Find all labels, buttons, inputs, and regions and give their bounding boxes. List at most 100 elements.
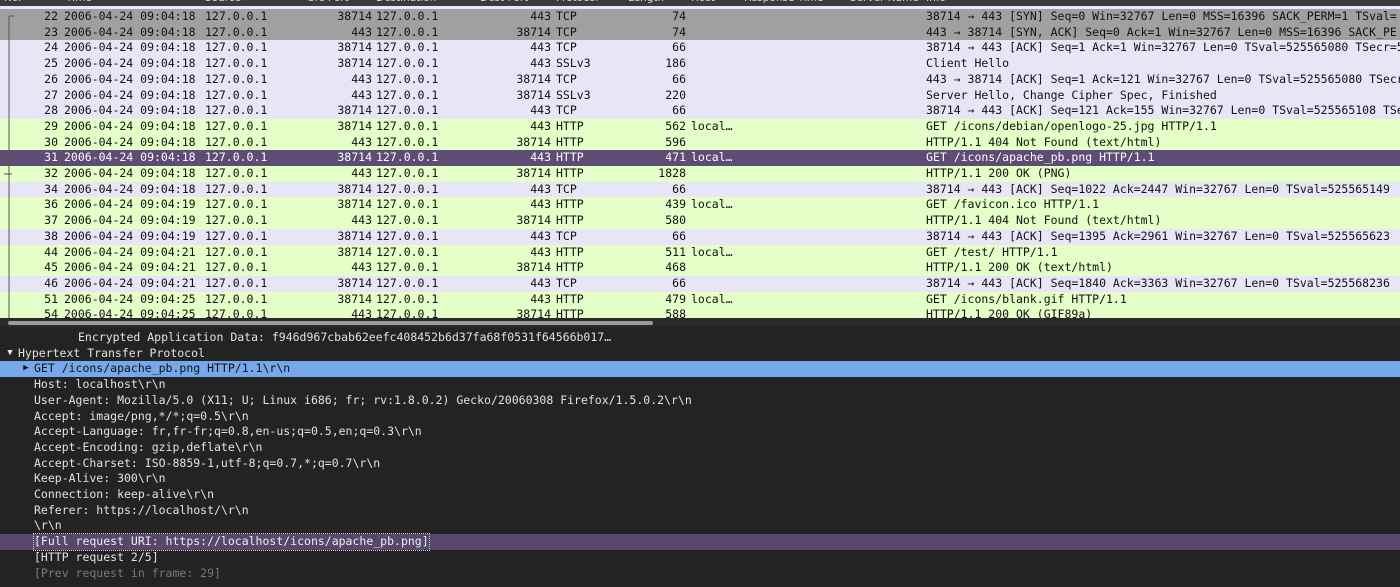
packet-src: 127.0.0.1 xyxy=(205,228,268,243)
packet-len: 66 xyxy=(672,228,686,243)
packet-dport: 443 xyxy=(530,103,551,118)
packet-dport: 38714 xyxy=(516,166,551,180)
packet-sport: 38714 xyxy=(337,228,372,243)
detail-line[interactable]: User-Agent: Mozilla/5.0 (X11; U; Linux i… xyxy=(0,393,1400,409)
packet-row[interactable]: 44 2006-04-24 09:04:21 127.0.0.1 38714 127.0… xyxy=(0,244,1400,261)
detail-line[interactable]: Accept-Charset: ISO-8859-1,utf-8;q=0.7,*… xyxy=(0,456,1400,472)
packet-info: GET /test/ HTTP/1.1 xyxy=(926,244,1058,259)
packet-no: 38 xyxy=(44,228,58,243)
detail-line[interactable]: Keep-Alive: 300\r\n xyxy=(0,471,1400,487)
packet-time: 2006-04-24 09:04:19 xyxy=(64,213,196,228)
packet-proto: HTTP xyxy=(556,197,584,212)
packet-dst: 127.0.0.1 xyxy=(376,87,439,102)
packet-row[interactable]: 32 2006-04-24 09:04:18 127.0.0.1 443 127.0.0… xyxy=(0,166,1400,182)
packet-no: 28 xyxy=(44,103,58,118)
detail-line[interactable]: [HTTP request 2/5] xyxy=(0,550,1400,566)
packet-time: 2006-04-24 09:04:18 xyxy=(64,103,196,118)
packet-time: 2006-04-24 09:04:18 xyxy=(64,87,196,102)
scrollbar-thumb[interactable] xyxy=(8,321,653,325)
packet-dst: 127.0.0.1 xyxy=(376,9,439,23)
packet-len: 186 xyxy=(665,56,686,71)
packet-info: GET /favicon.ico HTTP/1.1 xyxy=(926,197,1100,212)
column-header-length[interactable]: Length xyxy=(628,0,664,4)
packet-info: HTTP/1.1 200 OK (text/html) xyxy=(926,260,1113,275)
detail-line[interactable]: [Full request URI: https://localhost/ico… xyxy=(0,533,1400,551)
detail-line[interactable]: Connection: keep-alive\r\n xyxy=(0,487,1400,503)
expand-triangle-icon[interactable]: ▶ xyxy=(21,361,31,377)
packet-dst: 127.0.0.1 xyxy=(376,118,439,133)
packet-src: 127.0.0.1 xyxy=(205,260,268,275)
packet-row[interactable]: 27 2006-04-24 09:04:18 127.0.0.1 443 127.0.0… xyxy=(0,87,1400,104)
detail-line[interactable]: ▼ Hypertext Transfer Protocol xyxy=(0,346,1400,362)
packet-src: 127.0.0.1 xyxy=(205,9,268,23)
detail-line[interactable]: Accept-Encoding: gzip,deflate\r\n xyxy=(0,440,1400,456)
packet-src: 127.0.0.1 xyxy=(205,71,268,86)
packet-dport: 443 xyxy=(530,9,551,23)
packet-row[interactable]: 54 2006-04-24 09:04:25 127.0.0.1 443 127.0.0… xyxy=(0,307,1400,318)
horizontal-scrollbar[interactable] xyxy=(0,318,1400,327)
packet-sport: 38714 xyxy=(337,197,372,212)
packet-sport: 443 xyxy=(351,260,372,275)
column-header-protocol[interactable]: Protocol xyxy=(556,0,598,4)
packet-proto: SSLv3 xyxy=(556,87,591,102)
packet-src: 127.0.0.1 xyxy=(205,24,268,39)
packet-row[interactable]: 26 2006-04-24 09:04:18 127.0.0.1 443 127.0.0… xyxy=(0,71,1400,88)
packet-row[interactable]: 37 2006-04-24 09:04:19 127.0.0.1 443 127.0.0… xyxy=(0,213,1400,229)
packet-time: 2006-04-24 09:04:19 xyxy=(64,228,196,243)
column-header-server-name[interactable]: Server Name xyxy=(850,0,919,4)
packet-len: 439 xyxy=(665,197,686,212)
detail-line[interactable]: Encrypted Application Data: f946d967cbab… xyxy=(0,330,1400,346)
packet-row[interactable]: 38 2006-04-24 09:04:19 127.0.0.1 38714 127.0… xyxy=(0,228,1400,245)
packet-row[interactable]: 36 2006-04-24 09:04:19 127.0.0.1 38714 127.0… xyxy=(0,197,1400,214)
packet-host: local… xyxy=(691,197,733,212)
detail-line[interactable]: Referer: https://localhost/\r\n xyxy=(0,503,1400,519)
detail-text: Accept-Charset: ISO-8859-1,utf-8;q=0.7,*… xyxy=(34,455,381,470)
column-header-info[interactable]: Info xyxy=(926,0,946,4)
column-header-src-port[interactable]: Src Port xyxy=(308,0,349,4)
packet-row[interactable]: 29 2006-04-24 09:04:18 127.0.0.1 38714 127.0… xyxy=(0,118,1400,135)
packet-row[interactable]: 45 2006-04-24 09:04:21 127.0.0.1 443 127.0.0… xyxy=(0,260,1400,276)
packet-row[interactable]: 25 2006-04-24 09:04:18 127.0.0.1 38714 127.0… xyxy=(0,56,1400,72)
packet-details-tree[interactable]: Encrypted Application Data: f946d967cbab… xyxy=(0,330,1400,587)
packet-dport: 443 xyxy=(530,291,551,306)
packet-row[interactable]: 30 2006-04-24 09:04:18 127.0.0.1 443 127.0.0… xyxy=(0,134,1400,151)
packet-row[interactable]: 28 2006-04-24 09:04:18 127.0.0.1 38714 127.0… xyxy=(0,103,1400,119)
packet-time: 2006-04-24 09:04:18 xyxy=(64,56,196,71)
detail-line[interactable]: Host: localhost\r\n xyxy=(0,377,1400,393)
packet-no: 26 xyxy=(44,71,58,86)
packet-time: 2006-04-24 09:04:21 xyxy=(64,275,196,290)
packet-dport: 443 xyxy=(530,275,551,290)
column-header-dest-port[interactable]: Dest Port xyxy=(480,0,528,4)
packet-no: 37 xyxy=(44,213,58,228)
packet-no: 22 xyxy=(44,9,58,23)
column-header-destination[interactable]: Destination xyxy=(376,0,436,4)
packet-list[interactable]: No.TimeSourceSrc PortDestinationDest Por… xyxy=(0,0,1400,318)
detail-line[interactable]: Accept: image/png,*/*;q=0.5\r\n xyxy=(0,409,1400,425)
column-header-response-time[interactable]: Response Time xyxy=(744,0,823,4)
packet-row[interactable]: 22 2006-04-24 09:04:18 127.0.0.1 38714 127.0… xyxy=(0,9,1400,25)
packet-row[interactable]: 51 2006-04-24 09:04:25 127.0.0.1 38714 127.0… xyxy=(0,291,1400,308)
detail-line[interactable]: \r\n xyxy=(0,518,1400,534)
column-header-source[interactable]: Source xyxy=(205,0,241,4)
packet-proto: SSLv3 xyxy=(556,56,591,71)
packet-dport: 443 xyxy=(530,40,551,55)
packet-info: 38714 → 443 [ACK] Seq=1395 Ack=2961 Win=… xyxy=(926,228,1390,243)
related-packets-gutter xyxy=(4,15,14,318)
packet-row[interactable]: 34 2006-04-24 09:04:18 127.0.0.1 38714 127.0… xyxy=(0,181,1400,198)
packet-len: 562 xyxy=(665,118,686,133)
packet-time: 2006-04-24 09:04:18 xyxy=(64,118,196,133)
detail-line[interactable]: [Prev request in frame: 29] xyxy=(0,566,1400,582)
column-header-time[interactable]: Time xyxy=(66,0,92,4)
packet-row-selected[interactable]: 31 2006-04-24 09:04:18 127.0.0.1 38714 127.0… xyxy=(0,150,1400,166)
collapse-triangle-icon[interactable]: ▼ xyxy=(5,346,15,362)
packet-sport: 38714 xyxy=(337,56,372,71)
column-header-host[interactable]: Host xyxy=(691,0,715,4)
packet-dst: 127.0.0.1 xyxy=(376,103,439,118)
packet-row[interactable]: 23 2006-04-24 09:04:18 127.0.0.1 443 127.0.0… xyxy=(0,24,1400,41)
packet-row[interactable]: 46 2006-04-24 09:04:21 127.0.0.1 38714 127.0… xyxy=(0,275,1400,292)
packet-len: 511 xyxy=(665,244,686,259)
detail-line[interactable]: Accept-Language: fr,fr-fr;q=0.8,en-us;q=… xyxy=(0,424,1400,440)
packet-row[interactable]: 24 2006-04-24 09:04:18 127.0.0.1 38714 127.0… xyxy=(0,40,1400,57)
packet-len: 66 xyxy=(672,71,686,86)
detail-line[interactable]: ▶ GET /icons/apache_pb.png HTTP/1.1\r\n xyxy=(0,361,1400,378)
